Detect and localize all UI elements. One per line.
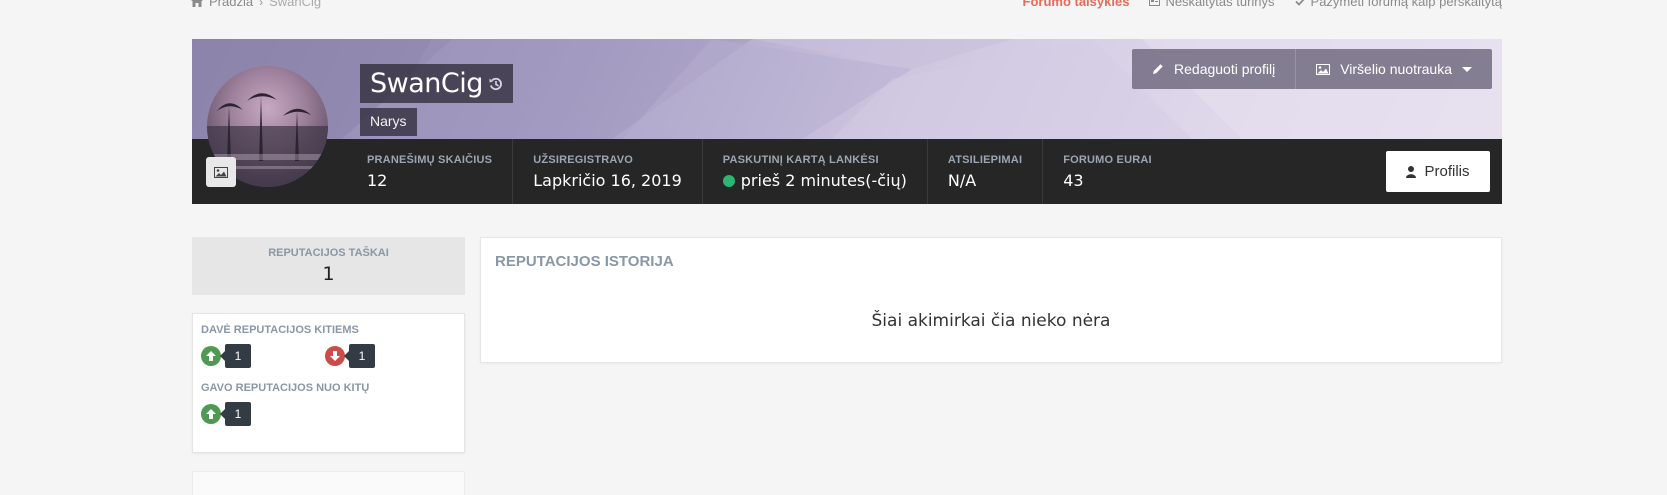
gave-upvotes-count: 1	[220, 344, 251, 368]
reputation-history-title: REPUTACIJOS ISTORIJA	[495, 253, 674, 270]
name-history-icon[interactable]	[489, 77, 503, 91]
received-reputation-label: GAVO REPUTACIJOS NUO KITŲ	[201, 382, 370, 394]
cover-photo-label: Viršelio nuotrauka	[1340, 61, 1452, 77]
edit-profile-label: Redaguoti profilį	[1174, 61, 1276, 77]
received-reputation-row: 1	[201, 402, 456, 426]
top-bar: Pradžia › SwanCig Forumo taisyklės Neska…	[0, 0, 1667, 20]
user-icon	[1406, 165, 1417, 178]
profile-name-wrap: SwanCig	[360, 64, 513, 103]
stat-label: UŽSIREGISTRAVO	[533, 154, 634, 166]
profile-button-label: Profilis	[1424, 163, 1470, 180]
change-avatar-button[interactable]	[206, 157, 236, 187]
empty-message: Šiai akimirkai čia nieko nėra	[871, 311, 1111, 331]
stats-list: PRANEŠIMŲ SKAIČIUS 12 UŽSIREGISTRAVO Lap…	[347, 139, 1172, 204]
mark-read-label: Pažymėti forumą kaip perskaitytą	[1310, 0, 1502, 9]
profile-role: Narys	[370, 113, 407, 129]
reputation-points-value: 1	[322, 263, 335, 285]
received-upvotes-count: 1	[220, 402, 251, 426]
mark-read-link[interactable]: Pažymėti forumą kaip perskaitytą	[1294, 0, 1502, 9]
breadcrumb-separator-icon: ›	[259, 0, 264, 9]
stats-bar: PRANEŠIMŲ SKAIČIUS 12 UŽSIREGISTRAVO Lap…	[192, 139, 1502, 204]
gave-reputation-row: 1 1	[201, 344, 456, 368]
breadcrumb-current: SwanCig	[269, 0, 322, 9]
image-icon	[1316, 63, 1331, 75]
stat-value: 12	[367, 171, 388, 190]
reputation-points: REPUTACIJOS TAŠKAI 1	[192, 237, 465, 295]
edit-profile-button[interactable]: Redaguoti profilį	[1132, 49, 1295, 89]
stat-value: 43	[1063, 171, 1084, 190]
stat-value: prieš 2 minutes(-čių)	[740, 171, 907, 190]
arrow-down-icon	[325, 346, 345, 366]
stat-feedback: ATSILIEPIMAI N/A	[928, 139, 1044, 204]
profile-button[interactable]: Profilis	[1386, 151, 1490, 192]
arrow-up-icon	[201, 346, 221, 366]
stat-value-wrap: prieš 2 minutes(-čių)	[722, 171, 907, 190]
stat-value: N/A	[947, 171, 977, 190]
unread-content-label: Neskaitytas turinys	[1165, 0, 1275, 9]
gave-upvotes[interactable]: 1	[201, 344, 325, 368]
home-icon	[191, 0, 203, 7]
stat-last-visit: PASKUTINĮ KARTĄ LANKĖSI prieš 2 minutes(…	[703, 139, 928, 204]
gave-downvotes-count: 1	[344, 344, 375, 368]
received-upvotes[interactable]: 1	[201, 402, 325, 426]
pencil-icon	[1153, 64, 1163, 74]
profile-role-wrap: Narys	[360, 108, 417, 136]
stat-label: PASKUTINĮ KARTĄ LANKĖSI	[722, 154, 879, 166]
stat-value: Lapkričio 16, 2019	[533, 171, 682, 190]
stat-label: ATSILIEPIMAI	[947, 154, 1023, 166]
unread-content-link[interactable]: Neskaitytas turinys	[1149, 0, 1275, 9]
stat-joined: UŽSIREGISTRAVO Lapkričio 16, 2019	[513, 139, 703, 204]
stat-posts: PRANEŠIMŲ SKAIČIUS 12	[347, 139, 514, 204]
stat-label: PRANEŠIMŲ SKAIČIUS	[367, 154, 493, 166]
stat-label: FORUMO EURAI	[1063, 154, 1152, 166]
cover-buttons: Redaguoti profilį Viršelio nuotrauka	[1132, 49, 1492, 89]
forum-rules-link[interactable]: Forumo taisyklės	[1023, 0, 1130, 9]
gave-downvotes[interactable]: 1	[325, 344, 449, 368]
online-status-icon	[722, 174, 735, 187]
arrow-up-icon	[201, 404, 221, 424]
sidebar-widget	[192, 471, 465, 495]
reputation-history-panel: REPUTACIJOS ISTORIJA Šiai akimirkai čia …	[480, 237, 1502, 363]
stat-forum-euros: FORUMO EURAI 43	[1043, 139, 1172, 204]
breadcrumb-home-link[interactable]: Pradžia	[209, 0, 253, 9]
reputation-points-label: REPUTACIJOS TAŠKAI	[268, 247, 389, 259]
cover-photo-button[interactable]: Viršelio nuotrauka	[1295, 49, 1492, 89]
breadcrumb: Pradžia › SwanCig	[191, 0, 321, 9]
profile-name: SwanCig	[370, 68, 483, 99]
newspaper-icon	[1149, 0, 1161, 6]
check-icon	[1294, 0, 1304, 6]
gave-reputation-label: DAVĖ REPUTACIJOS KITIEMS	[201, 324, 359, 336]
profile-header: PRANEŠIMŲ SKAIČIUS 12 UŽSIREGISTRAVO Lap…	[192, 39, 1502, 204]
top-links: Forumo taisyklės Neskaitytas turinys Paž…	[1023, 0, 1502, 9]
image-icon	[214, 166, 228, 178]
reputation-breakdown: DAVĖ REPUTACIJOS KITIEMS 1 1 GAVO REPUTA…	[192, 313, 465, 453]
caret-down-icon	[1462, 66, 1472, 72]
